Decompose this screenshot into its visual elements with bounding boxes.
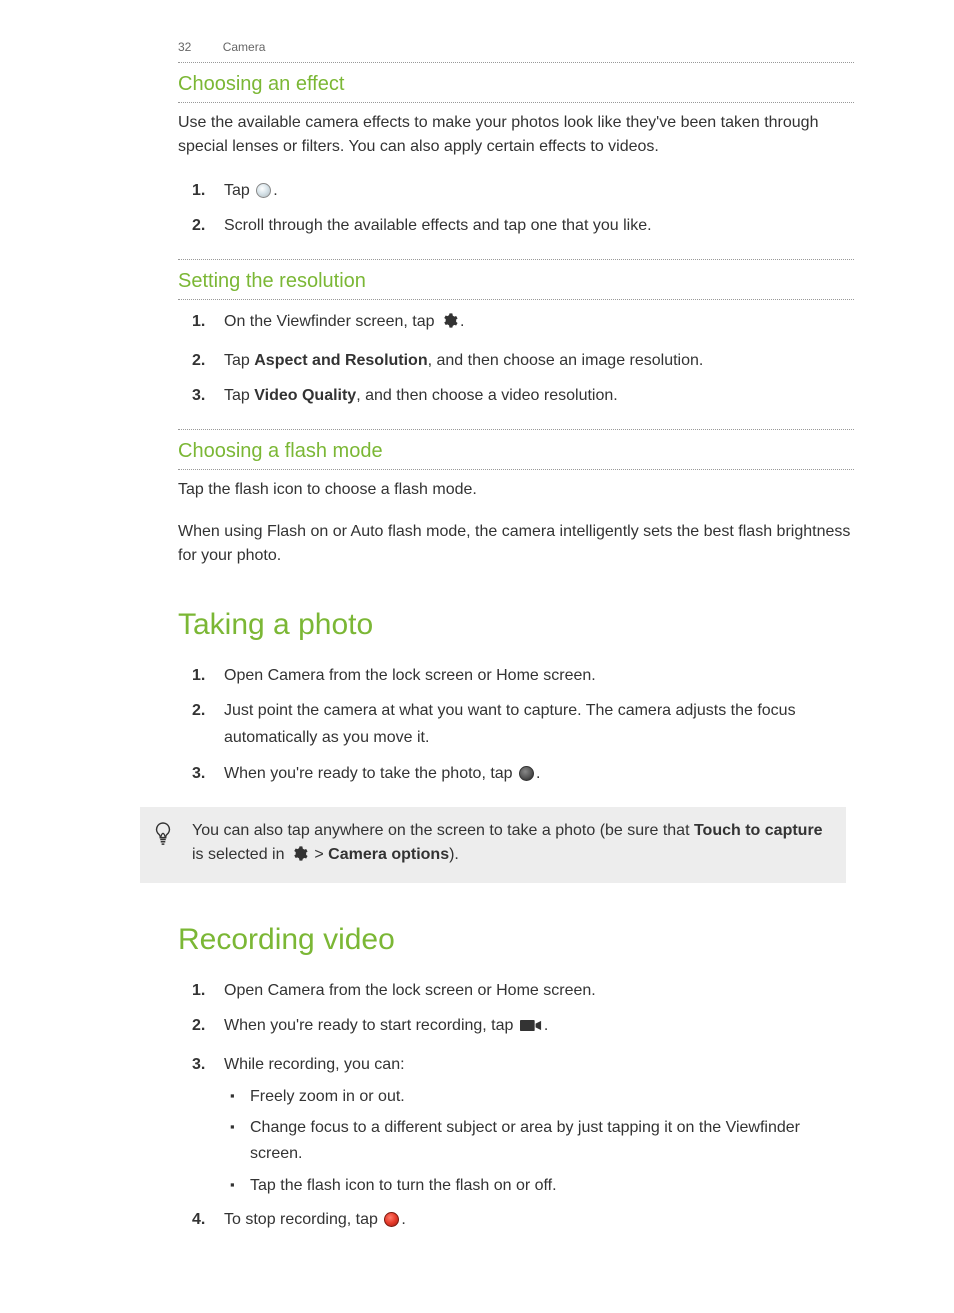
record-stop-icon: [384, 1212, 399, 1227]
sub-bullets: Freely zoom in or out. Change focus to a…: [224, 1084, 854, 1198]
paragraph: Use the available camera effects to make…: [178, 111, 854, 159]
step: When you're ready to take the photo, tap…: [178, 760, 854, 787]
step: Tap .: [178, 177, 854, 204]
gear-icon: [441, 311, 458, 338]
divider: [178, 469, 854, 470]
section-taking-photo: Taking a photo Open Camera from the lock…: [178, 608, 854, 787]
heading-choosing-effect: Choosing an effect: [178, 69, 854, 96]
paragraph: When using Flash on or Auto flash mode, …: [178, 520, 854, 568]
step: Open Camera from the lock screen or Home…: [178, 977, 854, 1004]
page-header: 32 Camera: [0, 40, 954, 62]
video-camera-icon: [520, 1015, 542, 1042]
steps-list: Open Camera from the lock screen or Home…: [178, 662, 854, 787]
section-flash-mode: Choosing a flash mode Tap the flash icon…: [178, 436, 854, 568]
paragraph: Tap the flash icon to choose a flash mod…: [178, 478, 854, 502]
section-name: Camera: [223, 40, 266, 54]
step: Just point the camera at what you want t…: [178, 697, 854, 751]
step: On the Viewfinder screen, tap .: [178, 308, 854, 338]
bullet: Tap the flash icon to turn the flash on …: [224, 1173, 854, 1199]
heading-flash-mode: Choosing a flash mode: [178, 436, 854, 463]
divider: [178, 259, 854, 260]
steps-list: Open Camera from the lock screen or Home…: [178, 977, 854, 1233]
section-choosing-effect: Choosing an effect Use the available cam…: [178, 69, 854, 239]
steps-list: On the Viewfinder screen, tap . Tap Aspe…: [178, 308, 854, 409]
divider: [178, 102, 854, 103]
step: To stop recording, tap .: [178, 1206, 854, 1233]
divider: [178, 62, 854, 63]
section-setting-resolution: Setting the resolution On the Viewfinder…: [178, 266, 854, 409]
effects-icon: [256, 183, 271, 198]
step: Tap Video Quality, and then choose a vid…: [178, 382, 854, 409]
steps-list: Tap . Scroll through the available effec…: [178, 177, 854, 239]
step: While recording, you can: Freely zoom in…: [178, 1051, 854, 1199]
heading-taking-photo: Taking a photo: [178, 608, 854, 642]
tip-callout: You can also tap anywhere on the screen …: [140, 807, 846, 884]
shutter-icon: [519, 766, 534, 781]
heading-setting-resolution: Setting the resolution: [178, 266, 854, 293]
bullet: Change focus to a different subject or a…: [224, 1115, 854, 1166]
bullet: Freely zoom in or out.: [224, 1084, 854, 1110]
step: Open Camera from the lock screen or Home…: [178, 662, 854, 689]
manual-page: 32 Camera Choosing an effect Use the ava…: [0, 0, 954, 1313]
step: When you're ready to start recording, ta…: [178, 1012, 854, 1042]
divider: [178, 299, 854, 300]
section-recording-video: Recording video Open Camera from the loc…: [178, 923, 854, 1233]
lightbulb-icon: [152, 821, 174, 856]
step: Scroll through the available effects and…: [178, 212, 854, 239]
divider: [178, 429, 854, 430]
heading-recording-video: Recording video: [178, 923, 854, 957]
gear-icon: [291, 845, 308, 871]
step: Tap Aspect and Resolution, and then choo…: [178, 347, 854, 374]
page-number: 32: [178, 40, 191, 54]
